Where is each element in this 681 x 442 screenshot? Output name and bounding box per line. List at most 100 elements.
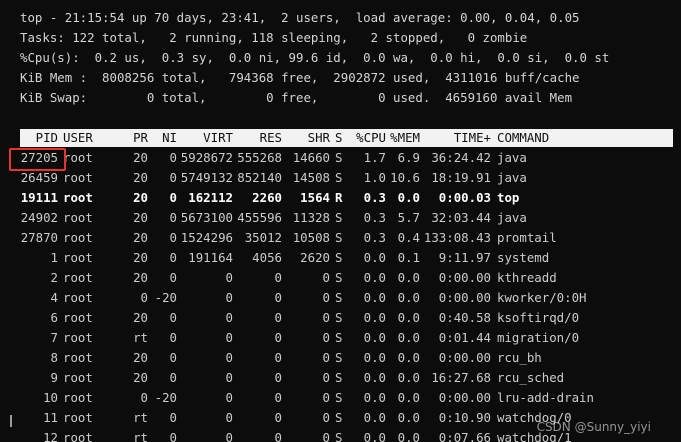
cursor-grip-icon xyxy=(10,415,12,427)
scrollbar[interactable] xyxy=(673,0,681,442)
process-priority: rt xyxy=(133,330,148,345)
process-row[interactable]: 2 root 20 0 0 0 0 S 0.0 0.0 0:00.00 kthreadd xyxy=(0,268,681,288)
process-row[interactable]: 1 root 20 0 191164 4056 2620 S 0.0 0.1 9:11.97 syst… xyxy=(0,248,681,268)
process-virt: 5749132 xyxy=(180,170,233,185)
process-cpu: 0.0 xyxy=(363,270,386,285)
col-cpu: %CPU xyxy=(356,130,386,145)
process-pid: 11 xyxy=(43,410,58,425)
process-nice: 0 xyxy=(169,410,177,425)
process-shr: 14660 xyxy=(292,150,330,165)
process-shr: 0 xyxy=(322,290,330,305)
col-virt: VIRT xyxy=(203,130,233,145)
process-mem: 0.0 xyxy=(397,370,420,385)
process-res: 0 xyxy=(274,290,282,305)
process-user: root xyxy=(63,190,93,205)
process-mem: 0.0 xyxy=(397,310,420,325)
process-virt: 191164 xyxy=(188,250,233,265)
process-virt: 0 xyxy=(225,370,233,385)
process-virt: 5673100 xyxy=(180,210,233,225)
process-nice: 0 xyxy=(169,430,177,442)
process-mem: 0.4 xyxy=(397,230,420,245)
process-priority: 20 xyxy=(133,170,148,185)
process-command: promtail xyxy=(497,230,557,245)
process-virt: 0 xyxy=(225,330,233,345)
process-nice: 0 xyxy=(169,150,177,165)
process-virt: 0 xyxy=(225,350,233,365)
process-nice: 0 xyxy=(169,230,177,245)
process-state: S xyxy=(335,230,343,245)
process-pid: 12 xyxy=(43,430,58,442)
process-mem: 0.0 xyxy=(397,390,420,405)
process-mem: 0.0 xyxy=(397,410,420,425)
process-res: 0 xyxy=(274,430,282,442)
process-time: 16:27.68 xyxy=(431,370,491,385)
process-res: 0 xyxy=(274,330,282,345)
process-shr: 0 xyxy=(322,330,330,345)
process-priority: 20 xyxy=(133,230,148,245)
process-pid: 7 xyxy=(50,330,58,345)
col-time: TIME+ xyxy=(453,130,491,145)
process-row[interactable]: 4 root 0 -20 0 0 0 S 0.0 0.0 0:00.00 kworker/0:0H xyxy=(0,288,681,308)
process-virt: 0 xyxy=(225,310,233,325)
process-pid: 8 xyxy=(50,350,58,365)
process-pid: 10 xyxy=(43,390,58,405)
process-user: root xyxy=(63,390,93,405)
process-row[interactable]: 19111 root 20 0 162112 2260 1564 R 0.3 0.0 0:00.03… xyxy=(0,188,681,208)
process-state: S xyxy=(335,170,343,185)
process-row[interactable]: 24902 root 20 0 5673100 455596 11328 S 0.3 5.7 32:… xyxy=(0,208,681,228)
process-state: S xyxy=(335,310,343,325)
process-user: root xyxy=(63,250,93,265)
process-res: 555268 xyxy=(237,150,282,165)
process-pid: 24902 xyxy=(20,210,58,225)
process-priority: 20 xyxy=(133,210,148,225)
process-row[interactable]: 9 root 20 0 0 0 0 S 0.0 0.0 16:27.68 rcu_sched xyxy=(0,368,681,388)
process-shr: 2620 xyxy=(300,250,330,265)
process-shr: 0 xyxy=(322,430,330,442)
process-res: 0 xyxy=(274,370,282,385)
process-shr: 0 xyxy=(322,410,330,425)
process-state: S xyxy=(335,150,343,165)
process-user: root xyxy=(63,310,93,325)
process-row[interactable]: 26459 root 20 0 5749132 852140 14508 S 1.0 10.6 18… xyxy=(0,168,681,188)
process-virt: 162112 xyxy=(188,190,233,205)
process-state: S xyxy=(335,270,343,285)
process-priority: 20 xyxy=(133,370,148,385)
process-state: R xyxy=(335,190,343,205)
process-pid: 27870 xyxy=(20,230,58,245)
process-state: S xyxy=(335,330,343,345)
col-res: RES xyxy=(259,130,282,145)
process-priority: 20 xyxy=(133,270,148,285)
process-time: 0:07.66 xyxy=(438,430,491,442)
process-row[interactable]: 7 root rt 0 0 0 0 S 0.0 0.0 0:01.44 migration/0 xyxy=(0,328,681,348)
process-state: S xyxy=(335,370,343,385)
process-priority: 20 xyxy=(133,250,148,265)
process-res: 4056 xyxy=(252,250,282,265)
process-mem: 5.7 xyxy=(397,210,420,225)
process-mem: 0.0 xyxy=(397,350,420,365)
process-time: 18:19.91 xyxy=(431,170,491,185)
process-res: 35012 xyxy=(244,230,282,245)
mem-line: KiB Mem : 8008256 total, 794368 free, 29… xyxy=(20,70,580,85)
process-state: S xyxy=(335,210,343,225)
process-priority: 0 xyxy=(140,290,148,305)
process-priority: 20 xyxy=(133,190,148,205)
col-pid: PID xyxy=(35,130,58,145)
process-time: 0:00.00 xyxy=(438,350,491,365)
process-row[interactable]: 27205 root 20 0 5928672 555268 14660 S 1.7 6.9 36:… xyxy=(0,148,681,168)
process-row[interactable]: 10 root 0 -20 0 0 0 S 0.0 0.0 0:00.00 lru-add-drain xyxy=(0,388,681,408)
process-command: kworker/0:0H xyxy=(497,290,587,305)
process-row[interactable]: 6 root 20 0 0 0 0 S 0.0 0.0 0:40.58 ksoftirqd/0 xyxy=(0,308,681,328)
col-shr: SHR xyxy=(307,130,330,145)
process-state: S xyxy=(335,390,343,405)
col-pr: PR xyxy=(133,130,148,145)
process-res: 852140 xyxy=(237,170,282,185)
process-shr: 10508 xyxy=(292,230,330,245)
process-res: 0 xyxy=(274,350,282,365)
terminal-window[interactable]: top - 21:15:54 up 70 days, 23:41, 2 user… xyxy=(0,0,681,442)
process-nice: 0 xyxy=(169,330,177,345)
process-shr: 1564 xyxy=(300,190,330,205)
process-row[interactable]: 8 root 20 0 0 0 0 S 0.0 0.0 0:00.00 rcu_bh xyxy=(0,348,681,368)
process-row[interactable]: 27870 root 20 0 1524296 35012 10508 S 0.3 0.4 133:… xyxy=(0,228,681,248)
process-command: lru-add-drain xyxy=(497,390,594,405)
process-virt: 0 xyxy=(225,390,233,405)
